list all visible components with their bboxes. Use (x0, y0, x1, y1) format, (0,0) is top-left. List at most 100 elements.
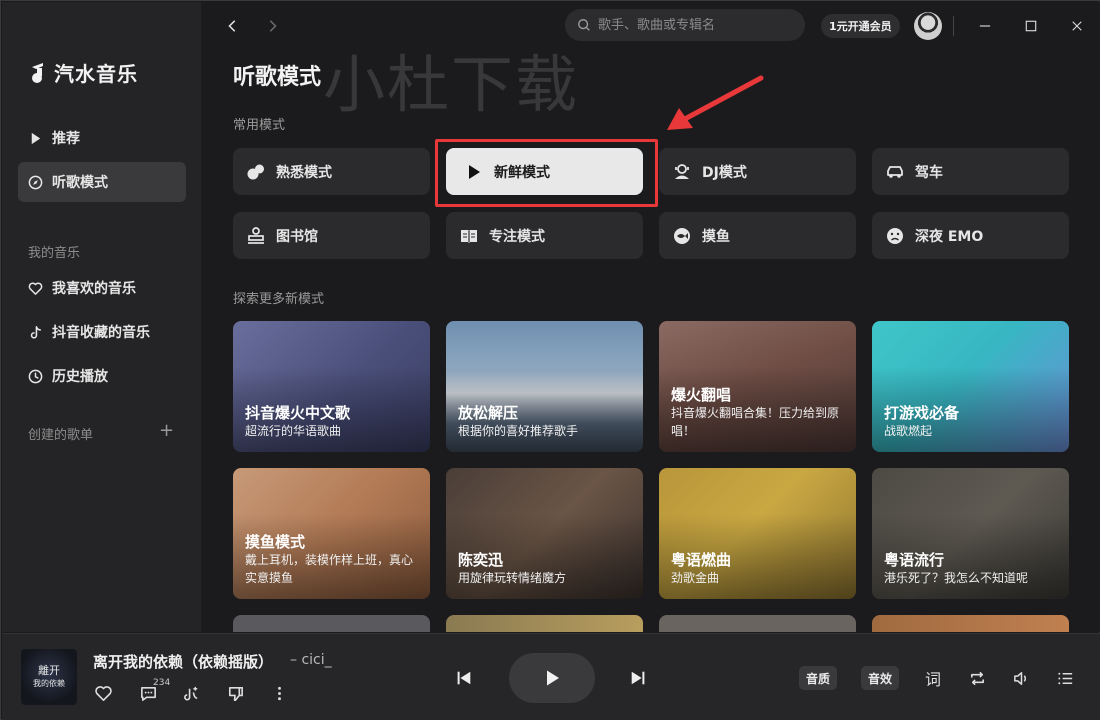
sidebar-item-label: 抖音收藏的音乐 (52, 325, 150, 341)
sidebar: 汽水音乐 推荐 听歌模式 我的音乐 我喜欢的音乐 抖音收藏的音乐 历史播放 创建… (2, 2, 201, 632)
library-icon (248, 226, 264, 244)
mode-dj-button[interactable]: DJ模式 (659, 148, 856, 195)
sidebar-item-douyin-favorites[interactable]: 抖音收藏的音乐 (18, 312, 186, 352)
mode-label: 摸鱼 (702, 228, 730, 245)
card-title: 爆火翻唱 (671, 386, 732, 404)
fish-icon (674, 227, 690, 244)
mode-label: 深夜 EMO (915, 228, 984, 245)
repeat-button[interactable] (966, 667, 988, 689)
mode-focus-button[interactable]: 专注模式 (446, 212, 643, 259)
clock-icon (28, 369, 43, 383)
fine-tune-button[interactable] (180, 682, 202, 704)
explore-modes-label: 探索更多新模式 (233, 292, 325, 307)
sidebar-item-label: 我喜欢的音乐 (52, 281, 136, 297)
add-playlist-button[interactable]: + (159, 422, 174, 440)
familiar-icon (247, 164, 264, 179)
maximize-icon (1025, 20, 1037, 32)
playlist-card-partial[interactable] (233, 615, 430, 632)
watermark-text: 小杜下载 (323, 48, 580, 121)
playlist-card-partial[interactable] (872, 615, 1069, 632)
search-input[interactable] (598, 17, 788, 33)
dj-icon (675, 163, 689, 179)
app-logo: 汽水音乐 (28, 58, 138, 87)
skip-previous-icon (457, 671, 471, 685)
mode-familiar-button[interactable]: 熟悉模式 (233, 148, 430, 195)
card-title: 陈奕迅 (458, 551, 504, 569)
audio-quality-button[interactable]: 音质 (799, 666, 838, 690)
heart-icon (28, 281, 43, 295)
playlist-card-partial[interactable] (659, 615, 856, 632)
song-artist[interactable]: – cici_ (290, 652, 332, 668)
mode-label: 专注模式 (489, 228, 545, 245)
player-bar: 離开 我的依赖 离开我的依赖（依赖摇版） – cici_ 234 音质 音效 词 (2, 633, 1100, 720)
song-title[interactable]: 离开我的依赖（依赖摇版） (93, 651, 273, 672)
dislike-button[interactable] (224, 682, 246, 704)
card-description: 根据你的喜好推荐歌手 (458, 424, 579, 438)
mode-label: DJ模式 (702, 164, 747, 181)
play-icon (547, 670, 559, 686)
mode-driving-button[interactable]: 驾车 (872, 148, 1069, 195)
playlist-queue-button[interactable] (1054, 667, 1076, 689)
card-title: 放松解压 (458, 404, 519, 422)
volume-button[interactable] (1010, 667, 1032, 689)
playlist-card-covers[interactable]: 爆火翻唱 抖音爆火翻唱合集！压力给到原唱！ (659, 321, 856, 452)
sidebar-item-listen-mode[interactable]: 听歌模式 (18, 162, 186, 202)
play-button[interactable] (509, 653, 595, 703)
mode-slacking-button[interactable]: 摸鱼 (659, 212, 856, 259)
mode-late-night-emo-button[interactable]: 深夜 EMO (872, 212, 1069, 259)
queue-list-icon (1057, 672, 1072, 684)
more-button[interactable] (268, 682, 290, 704)
maximize-button[interactable] (1019, 14, 1043, 38)
close-button[interactable] (1065, 14, 1089, 38)
page-title: 听歌模式 (233, 65, 322, 90)
playlist-card-cantopop[interactable]: 粤语流行 港乐死了？我怎么不知道呢 (872, 468, 1069, 599)
card-title: 抖音爆火中文歌 (245, 404, 351, 422)
mode-label: 图书馆 (276, 228, 318, 245)
next-button[interactable] (626, 666, 650, 690)
app-window: 汽水音乐 推荐 听歌模式 我的音乐 我喜欢的音乐 抖音收藏的音乐 历史播放 创建… (0, 0, 1100, 720)
close-icon (1072, 21, 1082, 31)
sidebar-item-recommend[interactable]: 推荐 (18, 118, 186, 158)
sidebar-item-history[interactable]: 历史播放 (18, 356, 186, 396)
playlist-card-cantonese-anthems[interactable]: 粤语燃曲 劲歌金曲 (659, 468, 856, 599)
forward-button[interactable] (260, 14, 284, 38)
mode-fresh-button[interactable]: 新鲜模式 (446, 148, 643, 195)
lyrics-button[interactable]: 词 (922, 667, 944, 689)
card-description: 战歌燃起 (884, 424, 933, 438)
created-playlists-label: 创建的歌单 (28, 428, 94, 443)
compass-icon (28, 175, 43, 189)
mode-library-button[interactable]: 图书馆 (233, 212, 430, 259)
playlist-card-slacking[interactable]: 摸鱼模式 戴上耳机，装模作样上班，真心实意摸鱼 (233, 468, 430, 599)
annotation-arrow-icon (667, 75, 764, 130)
playlist-card-gaming[interactable]: 打游戏必备 战歌燃起 (872, 321, 1069, 452)
minimize-icon (979, 25, 991, 27)
like-button[interactable] (92, 682, 114, 704)
soda-logo-icon (32, 62, 43, 83)
car-icon (887, 165, 903, 178)
play-icon (469, 164, 480, 179)
card-description: 劲歌金曲 (671, 571, 720, 585)
playlist-card-partial[interactable] (446, 615, 643, 632)
album-cover[interactable]: 離开 我的依赖 (21, 649, 77, 705)
vip-button[interactable]: 1元开通会员 (821, 14, 900, 38)
minimize-button[interactable] (973, 14, 997, 38)
card-description: 戴上耳机，装模作样上班，真心实意摸鱼 (245, 553, 414, 585)
sidebar-item-label: 历史播放 (52, 369, 108, 385)
avatar[interactable] (914, 12, 942, 40)
sound-effect-button[interactable]: 音效 (861, 666, 900, 690)
mode-label: 新鲜模式 (494, 164, 550, 181)
divider (953, 16, 954, 36)
search-box[interactable] (565, 9, 805, 41)
playlist-card-eason-chan[interactable]: 陈奕迅 用旋律玩转情绪魔方 (446, 468, 643, 599)
thumbs-down-icon (228, 686, 243, 701)
playlist-card-relax[interactable]: 放松解压 根据你的喜好推荐歌手 (446, 321, 643, 452)
chevron-left-icon (228, 20, 236, 32)
sidebar-item-liked-music[interactable]: 我喜欢的音乐 (18, 268, 186, 308)
back-button[interactable] (221, 14, 245, 38)
skip-next-icon (631, 671, 645, 685)
playlist-card-douyin-hits[interactable]: 抖音爆火中文歌 超流行的华语歌曲 (233, 321, 430, 452)
previous-button[interactable] (452, 666, 476, 690)
card-title: 打游戏必备 (884, 404, 960, 422)
app-name: 汽水音乐 (54, 62, 138, 86)
mode-label: 熟悉模式 (276, 164, 332, 181)
